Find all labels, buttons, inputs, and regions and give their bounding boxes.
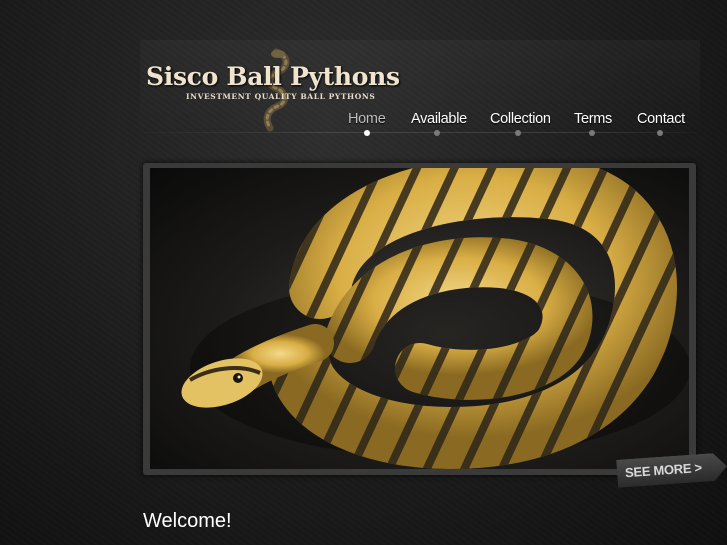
nav-contact[interactable]: Contact (637, 111, 685, 127)
ball-python-photo (181, 168, 689, 469)
nav-indicator-dot (434, 130, 440, 136)
nav-indicator-dot (364, 130, 370, 136)
logo-tagline: INVESTMENT QUALITY BALL PYTHONS (186, 92, 376, 101)
nav-home[interactable]: Home (348, 111, 386, 127)
slideshow-image[interactable] (150, 168, 689, 469)
nav-available[interactable]: Available (411, 111, 467, 127)
nav-indicator-dot (589, 130, 595, 136)
welcome-heading: Welcome! (143, 510, 232, 532)
nav-indicator-dot (515, 130, 521, 136)
nav-terms[interactable]: Terms (574, 111, 612, 127)
nav-indicator-dot (657, 130, 663, 136)
logo-title: Sisco Ball Pythons (146, 62, 400, 91)
nav-collection[interactable]: Collection (490, 111, 551, 127)
nav-divider (143, 132, 698, 133)
